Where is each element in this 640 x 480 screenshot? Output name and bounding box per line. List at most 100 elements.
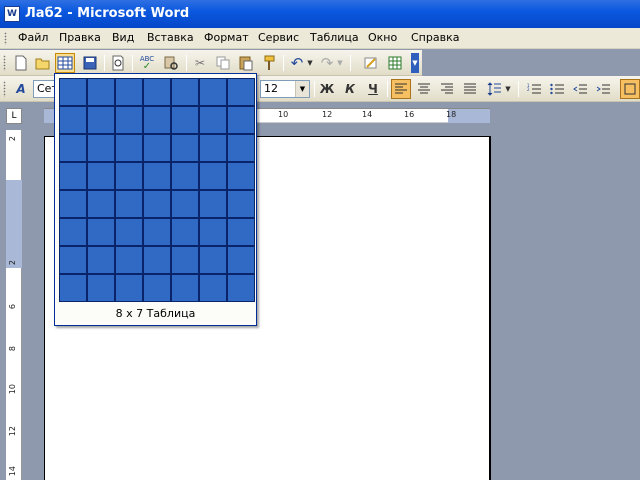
table-grid-cell[interactable] bbox=[143, 106, 171, 134]
insert-table-picker[interactable]: 8 x 7 Таблица bbox=[54, 73, 257, 326]
menu-view[interactable]: Вид bbox=[112, 31, 134, 44]
table-grid-cell[interactable] bbox=[143, 274, 171, 302]
border-icon[interactable] bbox=[620, 79, 640, 99]
table-grid-cell[interactable] bbox=[87, 190, 115, 218]
table-grid-cell[interactable] bbox=[199, 134, 227, 162]
bold-button[interactable]: Ж bbox=[317, 79, 337, 99]
research-icon[interactable] bbox=[161, 53, 181, 73]
table-grid-cell[interactable] bbox=[87, 274, 115, 302]
table-grid-cell[interactable] bbox=[143, 190, 171, 218]
redo-dropdown-icon[interactable]: ▼ bbox=[335, 53, 345, 73]
save-icon[interactable] bbox=[80, 53, 100, 73]
table-grid-cell[interactable] bbox=[199, 190, 227, 218]
undo-icon[interactable]: ↶ bbox=[287, 53, 307, 73]
table-grid-cell[interactable] bbox=[171, 218, 199, 246]
table-grid-cell[interactable] bbox=[143, 134, 171, 162]
table-grid-cell[interactable] bbox=[115, 78, 143, 106]
menu-window[interactable]: Окно bbox=[368, 31, 397, 44]
table-grid-cell[interactable] bbox=[227, 106, 255, 134]
table-grid-cell[interactable] bbox=[171, 162, 199, 190]
table-grid-cell[interactable] bbox=[199, 218, 227, 246]
table-grid-cell[interactable] bbox=[59, 274, 87, 302]
table-grid-cell[interactable] bbox=[227, 246, 255, 274]
toolbar-options-icon[interactable]: ▼ bbox=[411, 53, 419, 73]
tab-selector[interactable]: L bbox=[6, 108, 22, 124]
table-size-grid[interactable] bbox=[59, 78, 255, 302]
table-grid-cell[interactable] bbox=[87, 162, 115, 190]
table-grid-cell[interactable] bbox=[59, 218, 87, 246]
table-grid-cell[interactable] bbox=[115, 218, 143, 246]
table-grid-cell[interactable] bbox=[143, 218, 171, 246]
new-icon[interactable] bbox=[11, 53, 31, 73]
table-grid-cell[interactable] bbox=[143, 162, 171, 190]
format-painter-icon[interactable] bbox=[259, 53, 279, 73]
vertical-ruler[interactable]: 2 2 6 8 10 12 14 bbox=[6, 130, 22, 480]
italic-button[interactable]: К bbox=[340, 79, 360, 99]
align-left-icon[interactable] bbox=[391, 79, 411, 99]
table-grid-cell[interactable] bbox=[199, 274, 227, 302]
menu-edit[interactable]: Правка bbox=[59, 31, 101, 44]
menu-tools[interactable]: Сервис bbox=[258, 31, 299, 44]
menu-table[interactable]: Таблица bbox=[310, 31, 359, 44]
table-grid-cell[interactable] bbox=[171, 134, 199, 162]
paste-icon[interactable] bbox=[236, 53, 256, 73]
table-grid-cell[interactable] bbox=[199, 162, 227, 190]
table-grid-cell[interactable] bbox=[115, 246, 143, 274]
bullets-icon[interactable] bbox=[547, 79, 567, 99]
open-icon[interactable] bbox=[33, 53, 53, 73]
table-grid-cell[interactable] bbox=[59, 78, 87, 106]
table-grid-cell[interactable] bbox=[143, 78, 171, 106]
copy-icon[interactable] bbox=[213, 53, 233, 73]
table-grid-cell[interactable] bbox=[199, 246, 227, 274]
table-grid-cell[interactable] bbox=[87, 78, 115, 106]
table-grid-cell[interactable] bbox=[59, 162, 87, 190]
redo-icon[interactable]: ↷ bbox=[317, 53, 337, 73]
table-grid-cell[interactable] bbox=[115, 190, 143, 218]
underline-button[interactable]: Ч bbox=[363, 79, 383, 99]
table-grid-cell[interactable] bbox=[87, 134, 115, 162]
styles-icon[interactable]: A bbox=[11, 79, 31, 99]
font-size-field[interactable]: 12 ▼ bbox=[260, 80, 310, 98]
numbering-icon[interactable]: 12 bbox=[524, 79, 544, 99]
table-grid-cell[interactable] bbox=[115, 106, 143, 134]
menu-help[interactable]: Справка bbox=[411, 31, 459, 44]
spelling-icon[interactable]: ABC ✓ bbox=[137, 53, 157, 73]
table-grid-cell[interactable] bbox=[227, 190, 255, 218]
increase-indent-icon[interactable] bbox=[593, 79, 613, 99]
table-grid-cell[interactable] bbox=[171, 78, 199, 106]
table-grid-cell[interactable] bbox=[171, 246, 199, 274]
table-grid-cell[interactable] bbox=[115, 274, 143, 302]
table-grid-cell[interactable] bbox=[59, 246, 87, 274]
table-grid-cell[interactable] bbox=[115, 134, 143, 162]
table-grid-cell[interactable] bbox=[143, 246, 171, 274]
word-icon[interactable]: W bbox=[4, 6, 20, 22]
cut-icon[interactable]: ✂ bbox=[190, 53, 210, 73]
table-grid-cell[interactable] bbox=[227, 134, 255, 162]
table-grid-cell[interactable] bbox=[227, 274, 255, 302]
table-grid-cell[interactable] bbox=[59, 134, 87, 162]
table-grid-cell[interactable] bbox=[227, 78, 255, 106]
align-center-icon[interactable] bbox=[414, 79, 434, 99]
table-grid-cell[interactable] bbox=[227, 218, 255, 246]
table-grid-cell[interactable] bbox=[227, 162, 255, 190]
table-grid-cell[interactable] bbox=[59, 190, 87, 218]
justify-icon[interactable] bbox=[460, 79, 480, 99]
table-grid-cell[interactable] bbox=[87, 246, 115, 274]
line-spacing-dropdown-icon[interactable]: ▼ bbox=[503, 79, 513, 99]
menu-file[interactable]: Файл bbox=[18, 31, 48, 44]
table-grid-cell[interactable] bbox=[171, 274, 199, 302]
table-grid-cell[interactable] bbox=[87, 106, 115, 134]
insert-hyperlink-icon[interactable] bbox=[361, 53, 381, 73]
print-preview-icon[interactable] bbox=[108, 53, 128, 73]
insert-table-icon[interactable] bbox=[55, 53, 75, 73]
font-size-dropdown-icon[interactable]: ▼ bbox=[295, 81, 309, 97]
table-grid-cell[interactable] bbox=[87, 218, 115, 246]
decrease-indent-icon[interactable] bbox=[570, 79, 590, 99]
table-grid-cell[interactable] bbox=[171, 106, 199, 134]
table-grid-cell[interactable] bbox=[59, 106, 87, 134]
table-grid-cell[interactable] bbox=[171, 190, 199, 218]
align-right-icon[interactable] bbox=[437, 79, 457, 99]
line-spacing-icon[interactable] bbox=[484, 79, 504, 99]
menu-format[interactable]: Формат bbox=[204, 31, 249, 44]
insert-excel-icon[interactable] bbox=[385, 53, 405, 73]
